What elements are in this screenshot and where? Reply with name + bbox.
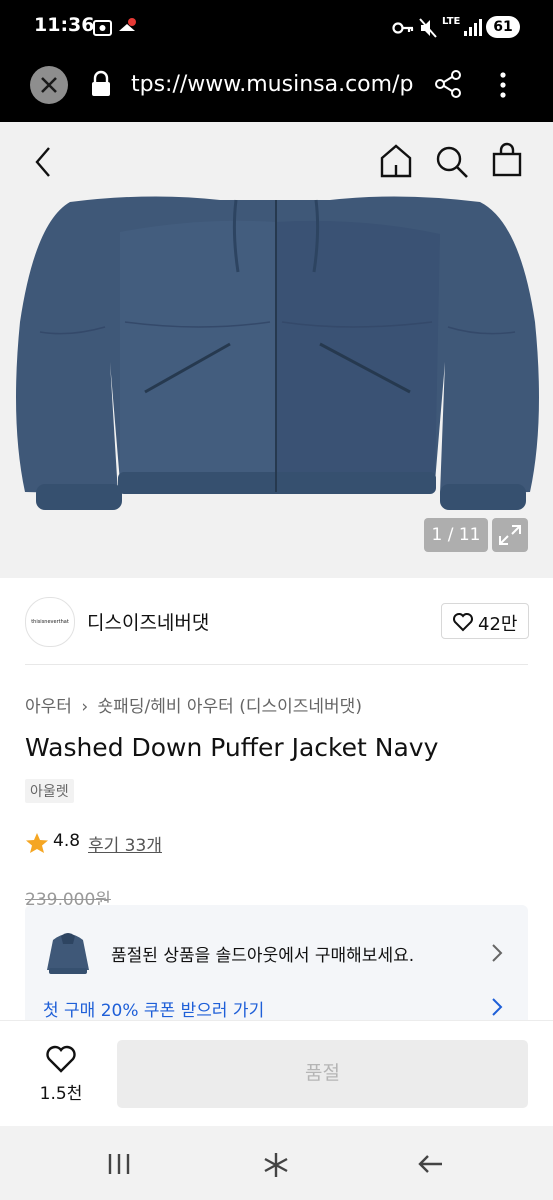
share-icon[interactable] xyxy=(434,69,464,99)
breadcrumb-category[interactable]: 아우터 xyxy=(25,697,72,717)
vpn-key-icon xyxy=(392,22,414,34)
close-icon xyxy=(41,77,57,93)
breadcrumb: 아우터 › 숏패딩/헤비 아우터 (디스이즈네버댓) xyxy=(25,692,362,717)
divider xyxy=(25,664,528,665)
brand-name[interactable]: 디스이즈네버댓 xyxy=(87,608,209,635)
wishlist-count: 1.5천 xyxy=(39,1084,83,1104)
home-icon[interactable] xyxy=(379,143,413,179)
url-field[interactable]: tps://www.musinsa.com/p xyxy=(131,72,413,97)
chevron-right-icon[interactable] xyxy=(490,996,504,1018)
home-button-icon[interactable] xyxy=(262,1151,290,1179)
reviews-link[interactable]: 후기 33개 xyxy=(88,831,162,856)
expand-icon xyxy=(499,525,521,545)
image-counter: 1 / 11 xyxy=(424,518,488,552)
screenshot-icon xyxy=(93,20,112,36)
recent-apps-icon[interactable] xyxy=(106,1152,132,1176)
nav-back-icon[interactable] xyxy=(416,1153,444,1175)
more-options-icon[interactable] xyxy=(496,70,510,100)
coupon-link[interactable]: 첫 구매 20% 쿠폰 받으러 가기 xyxy=(43,996,264,1021)
notification-app-icon xyxy=(119,18,136,31)
search-icon[interactable] xyxy=(435,145,469,179)
product-image-carousel[interactable] xyxy=(0,122,553,578)
cart-bag-icon[interactable] xyxy=(491,142,523,178)
signal-icon xyxy=(464,19,482,36)
breadcrumb-subcategory[interactable]: 숏패딩/헤비 아우터 (디스이즈네버댓) xyxy=(98,697,362,717)
outlet-badge: 아울렛 xyxy=(25,779,74,803)
star-icon xyxy=(26,833,48,853)
wishlist-heart-icon[interactable] xyxy=(45,1044,77,1074)
brand-like-button[interactable]: 42만 xyxy=(441,603,529,639)
heart-icon xyxy=(453,613,473,632)
fullscreen-button[interactable] xyxy=(492,518,528,552)
soldout-message[interactable]: 품절된 상품을 솔드아웃에서 구매해보세요. xyxy=(111,941,414,966)
back-icon[interactable] xyxy=(32,145,54,179)
status-time: 11:36 xyxy=(34,14,95,36)
status-bar: 11:36 LTE 61 xyxy=(0,0,553,56)
battery-indicator: 61 xyxy=(486,16,520,38)
product-title: Washed Down Puffer Jacket Navy xyxy=(25,733,439,762)
brand-like-count: 42만 xyxy=(478,614,518,635)
lock-icon xyxy=(92,70,110,96)
product-thumbnail xyxy=(47,933,89,974)
rating-value: 4.8 xyxy=(53,831,81,851)
chevron-right-icon: › xyxy=(81,697,89,717)
product-photo-jacket xyxy=(0,122,553,578)
close-tab-button[interactable] xyxy=(30,66,68,104)
network-type: LTE xyxy=(442,16,461,27)
buy-button-soldout[interactable]: 품절 xyxy=(117,1040,528,1108)
chevron-right-icon[interactable] xyxy=(490,942,504,964)
brand-logo[interactable]: thisisneverthat xyxy=(25,597,75,647)
mute-icon xyxy=(419,18,437,38)
